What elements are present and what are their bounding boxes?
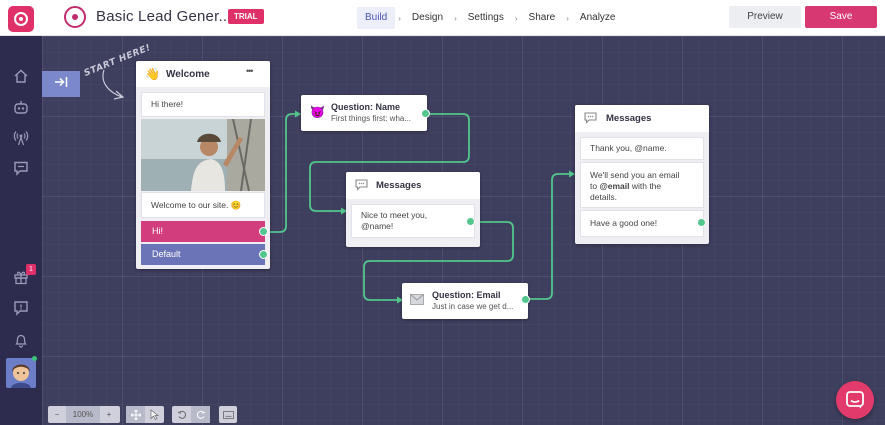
trial-badge: TRIAL (228, 9, 264, 24)
tab-design[interactable]: Design (404, 7, 451, 29)
message-text: @name! (361, 221, 394, 231)
output-port[interactable] (521, 295, 530, 304)
speech-bubble-icon (355, 179, 368, 191)
undo-icon[interactable] (172, 406, 191, 423)
user-avatar[interactable] (6, 358, 36, 388)
main-nav: Build › Design › Settings › Share › Anal… (357, 7, 623, 29)
email-variable: @email (599, 181, 630, 191)
message-bubble: Welcome to our site. 😊 (141, 192, 265, 218)
output-port[interactable] (466, 217, 475, 226)
tool-controls (126, 406, 164, 423)
welcome-node[interactable]: 👋 Welcome ••• Hi there! Welcome to our s… (136, 61, 270, 269)
node-title: Messages (606, 113, 652, 124)
preview-button[interactable]: Preview (729, 6, 801, 28)
output-port[interactable] (421, 109, 430, 118)
message-text: to @email with the (590, 181, 662, 191)
messages-node[interactable]: Messages Nice to meet you, @name! (346, 172, 480, 247)
app-logo[interactable] (8, 6, 34, 32)
node-menu-icon[interactable]: ••• (246, 66, 254, 76)
bot-icon[interactable] (11, 97, 31, 117)
keyboard-icon[interactable] (219, 406, 237, 423)
option-button[interactable]: Hi! (141, 221, 265, 242)
feedback-icon[interactable] (11, 298, 31, 318)
option-button[interactable]: Default (141, 244, 265, 265)
pointer-tool-icon[interactable] (145, 406, 164, 423)
message-bubble: We'll send you an email to @email with t… (580, 162, 704, 208)
message-text: Nice to meet you, (361, 210, 428, 220)
tab-settings[interactable]: Settings (460, 7, 512, 29)
output-port[interactable] (259, 227, 268, 236)
message-text: We'll send you an email (590, 170, 680, 180)
question-name-node[interactable]: 😈 Question: Name First things first: wha… (301, 95, 427, 131)
output-port[interactable] (259, 250, 268, 259)
zoom-in-button[interactable]: + (100, 406, 118, 423)
speech-bubble-icon (584, 112, 597, 124)
zoom-level: 100% (66, 406, 100, 423)
chevron-right-icon: › (566, 13, 569, 23)
node-subtitle: First things first: wha... (331, 114, 412, 123)
support-chat-button[interactable] (836, 381, 874, 419)
bot-title[interactable]: Basic Lead Gener... (96, 8, 232, 25)
home-icon[interactable] (11, 66, 31, 86)
save-button[interactable]: Save (805, 6, 877, 28)
message-bubble: Have a good one! (580, 210, 704, 237)
zoom-controls: − 100% + (48, 406, 120, 423)
broadcast-icon[interactable] (11, 128, 31, 148)
node-title: Messages (376, 180, 422, 191)
question-email-node[interactable]: Question: Email Just in case we get d... (402, 283, 528, 319)
chevron-right-icon: › (454, 13, 457, 23)
online-status-dot (32, 356, 37, 361)
redo-icon[interactable] (191, 406, 210, 423)
node-subtitle: Just in case we get d... (432, 302, 514, 311)
tab-share[interactable]: Share (521, 7, 564, 29)
chevron-right-icon: › (514, 13, 518, 23)
chat-icon[interactable] (11, 158, 31, 178)
chevron-right-icon: › (398, 13, 401, 23)
envelope-icon (410, 294, 424, 305)
gift-count-badge: 1 (26, 264, 36, 275)
message-bubble: Thank you, @name. (580, 137, 704, 160)
top-bar: Basic Lead Gener... TRIAL Build › Design… (0, 0, 885, 36)
tab-build[interactable]: Build (357, 7, 396, 29)
welcome-image (141, 119, 265, 191)
history-controls (172, 406, 210, 423)
collapse-panel-button[interactable] (42, 71, 80, 97)
messages-node[interactable]: Messages Thank you, @name. We'll send yo… (575, 105, 709, 244)
node-title: Question: Name (331, 102, 401, 112)
wave-emoji-icon: 👋 (145, 67, 160, 81)
move-tool-icon[interactable] (126, 406, 145, 423)
message-bubble: Hi there! (141, 92, 265, 117)
node-title: Question: Email (432, 290, 501, 300)
bell-icon[interactable] (11, 330, 31, 350)
arrow-to-right-icon (55, 77, 68, 87)
bot-avatar-icon (64, 6, 86, 28)
message-text: details. (590, 192, 617, 202)
message-bubble: Nice to meet you, @name! (351, 204, 475, 238)
zoom-out-button[interactable]: − (48, 406, 66, 423)
chat-bubble-icon (846, 391, 864, 409)
output-port[interactable] (697, 218, 706, 227)
devil-emoji-icon: 😈 (310, 105, 325, 119)
node-title: Welcome (166, 69, 210, 80)
tab-analyze[interactable]: Analyze (572, 7, 624, 29)
